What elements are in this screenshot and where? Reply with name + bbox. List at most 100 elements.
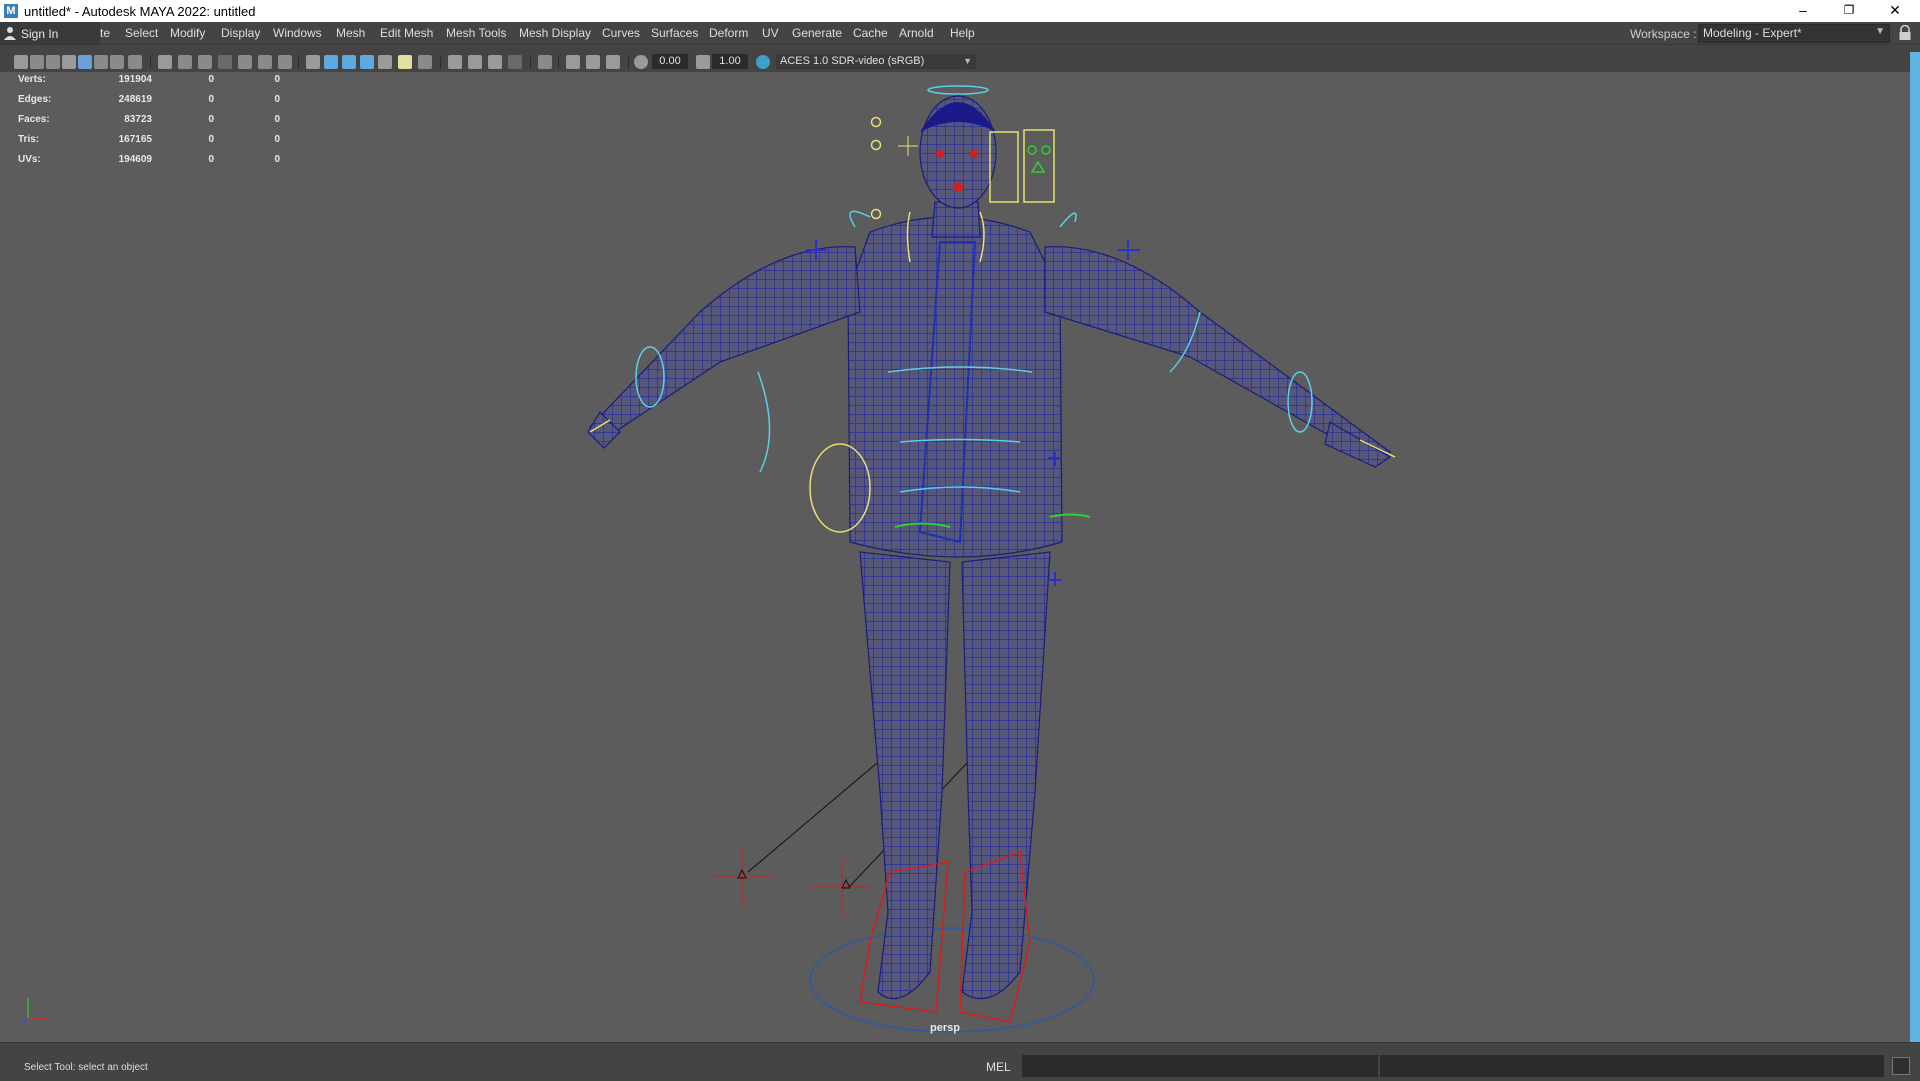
menu-cache[interactable]: Cache bbox=[853, 26, 888, 40]
hud-component: 0 bbox=[274, 154, 280, 165]
resolution-gate-icon[interactable] bbox=[198, 55, 212, 69]
hud-value: 83723 bbox=[124, 114, 152, 125]
hud-row-faces: Faces: 83723 0 0 bbox=[18, 114, 288, 134]
menu-mesh-tools[interactable]: Mesh Tools bbox=[446, 26, 506, 40]
toolbar-divider bbox=[298, 55, 299, 69]
menu-bar: Sign In te Select Modify Display Windows… bbox=[0, 22, 1920, 45]
hud-row-tris: Tris: 167165 0 0 bbox=[18, 134, 288, 154]
lights-icon[interactable] bbox=[398, 55, 412, 69]
xray-icon[interactable] bbox=[378, 55, 392, 69]
menu-surfaces[interactable]: Surfaces bbox=[651, 26, 698, 40]
xray-joints-icon[interactable] bbox=[566, 55, 580, 69]
panel-accent-strip bbox=[1910, 52, 1920, 1042]
panel-toolbar: 0.00 1.00 ACES 1.0 SDR-video (sRGB) ▼ bbox=[0, 52, 1910, 73]
film-gate-icon[interactable] bbox=[178, 55, 192, 69]
color-management-icon[interactable] bbox=[756, 55, 770, 69]
minimize-button[interactable]: – bbox=[1780, 0, 1826, 22]
script-language-toggle[interactable]: MEL bbox=[986, 1060, 1011, 1074]
toolbar-divider bbox=[530, 55, 531, 69]
menu-mesh[interactable]: Mesh bbox=[336, 26, 365, 40]
textured-icon[interactable] bbox=[360, 55, 374, 69]
grid-icon[interactable] bbox=[158, 55, 172, 69]
gate-icon[interactable] bbox=[128, 55, 142, 69]
title-bar: M untitled* - Autodesk MAYA 2022: untitl… bbox=[0, 0, 1920, 22]
scene-view[interactable] bbox=[0, 72, 1910, 1042]
hud-selected: 0 bbox=[208, 114, 214, 125]
command-input[interactable] bbox=[1022, 1055, 1378, 1077]
script-editor-icon[interactable] bbox=[1892, 1057, 1910, 1075]
image-plane-icon[interactable] bbox=[62, 55, 76, 69]
menu-help[interactable]: Help bbox=[950, 26, 975, 40]
safe-title-icon[interactable] bbox=[278, 55, 292, 69]
toolbar-divider bbox=[150, 55, 151, 69]
camera-name-label: persp bbox=[930, 1022, 960, 1034]
menu-windows[interactable]: Windows bbox=[273, 26, 322, 40]
restore-button[interactable]: ❐ bbox=[1826, 0, 1872, 22]
safe-action-icon[interactable] bbox=[258, 55, 272, 69]
wireframe-on-shaded-icon[interactable] bbox=[342, 55, 356, 69]
wireframe-icon[interactable] bbox=[306, 55, 320, 69]
view-transform-dropdown[interactable]: ACES 1.0 SDR-video (sRGB) ▼ bbox=[776, 54, 976, 69]
smooth-shade-icon[interactable] bbox=[324, 55, 338, 69]
user-icon bbox=[4, 27, 16, 40]
knee-pole-control[interactable] bbox=[712, 848, 772, 908]
2d-pan-zoom-icon[interactable] bbox=[94, 55, 108, 69]
knee-pole-control[interactable] bbox=[812, 858, 872, 918]
menu-display[interactable]: Display bbox=[221, 26, 260, 40]
bookmark-icon[interactable] bbox=[46, 55, 60, 69]
backface-culling-icon[interactable] bbox=[606, 55, 620, 69]
isolate-select-icon[interactable] bbox=[538, 55, 552, 69]
view-transform-value: ACES 1.0 SDR-video (sRGB) bbox=[780, 55, 925, 67]
hud-value: 167165 bbox=[118, 134, 152, 145]
axis-gizmo-icon bbox=[21, 998, 48, 1025]
hud-label: Verts: bbox=[18, 74, 46, 85]
ambient-occlusion-icon[interactable] bbox=[448, 55, 462, 69]
menu-file-partial[interactable]: te bbox=[100, 26, 110, 40]
field-chart-icon[interactable] bbox=[238, 55, 252, 69]
sign-in-button[interactable]: Sign In bbox=[0, 22, 100, 44]
gate-mask-icon[interactable] bbox=[218, 55, 232, 69]
exposure-field[interactable]: 0.00 bbox=[652, 54, 688, 69]
toolbar-divider bbox=[628, 55, 629, 69]
chevron-down-icon: ▼ bbox=[1875, 26, 1885, 37]
sign-in-label: Sign In bbox=[21, 27, 59, 41]
root-control[interactable] bbox=[809, 927, 1095, 1033]
depth-of-field-icon[interactable] bbox=[508, 55, 522, 69]
menu-modify[interactable]: Modify bbox=[170, 26, 205, 40]
hud-row-verts: Verts: 191904 0 0 bbox=[18, 74, 288, 94]
menu-arnold[interactable]: Arnold bbox=[899, 26, 934, 40]
hud-row-edges: Edges: 248619 0 0 bbox=[18, 94, 288, 114]
motion-blur-icon[interactable] bbox=[468, 55, 482, 69]
camera-select-icon[interactable] bbox=[14, 55, 28, 69]
toolbar-divider bbox=[440, 55, 441, 69]
xray-active-icon[interactable] bbox=[586, 55, 600, 69]
pencil-icon[interactable] bbox=[110, 55, 124, 69]
menu-mesh-display[interactable]: Mesh Display bbox=[519, 26, 591, 40]
hud-value: 194609 bbox=[118, 154, 152, 165]
gamma-field[interactable]: 1.00 bbox=[712, 54, 748, 69]
lock-icon[interactable] bbox=[1898, 25, 1912, 41]
window-title: untitled* - Autodesk MAYA 2022: untitled bbox=[24, 4, 256, 19]
menu-curves[interactable]: Curves bbox=[602, 26, 640, 40]
menu-generate[interactable]: Generate bbox=[792, 26, 842, 40]
workspace-value: Modeling - Expert* bbox=[1703, 26, 1802, 40]
hud-value: 191904 bbox=[118, 74, 152, 85]
viewport-persp[interactable]: Verts: 191904 0 0 Edges: 248619 0 0 Face… bbox=[0, 72, 1910, 1042]
command-result-field bbox=[1380, 1055, 1884, 1077]
workspace-dropdown[interactable]: Modeling - Expert* ▼ bbox=[1698, 24, 1890, 43]
chevron-down-icon: ▼ bbox=[963, 56, 972, 66]
grease-pencil-icon[interactable] bbox=[78, 55, 92, 69]
close-button[interactable]: ✕ bbox=[1872, 0, 1918, 22]
menu-edit-mesh[interactable]: Edit Mesh bbox=[380, 26, 433, 40]
gamma-icon[interactable] bbox=[696, 55, 710, 69]
anti-aliasing-icon[interactable] bbox=[488, 55, 502, 69]
menu-uv[interactable]: UV bbox=[762, 26, 779, 40]
camera-attributes-icon[interactable] bbox=[30, 55, 44, 69]
hud-component: 0 bbox=[274, 94, 280, 105]
exposure-icon[interactable] bbox=[634, 55, 648, 69]
knee-pole-line bbox=[747, 751, 891, 873]
hud-component: 0 bbox=[274, 114, 280, 125]
menu-deform[interactable]: Deform bbox=[709, 26, 748, 40]
shadows-icon[interactable] bbox=[418, 55, 432, 69]
menu-select[interactable]: Select bbox=[125, 26, 158, 40]
